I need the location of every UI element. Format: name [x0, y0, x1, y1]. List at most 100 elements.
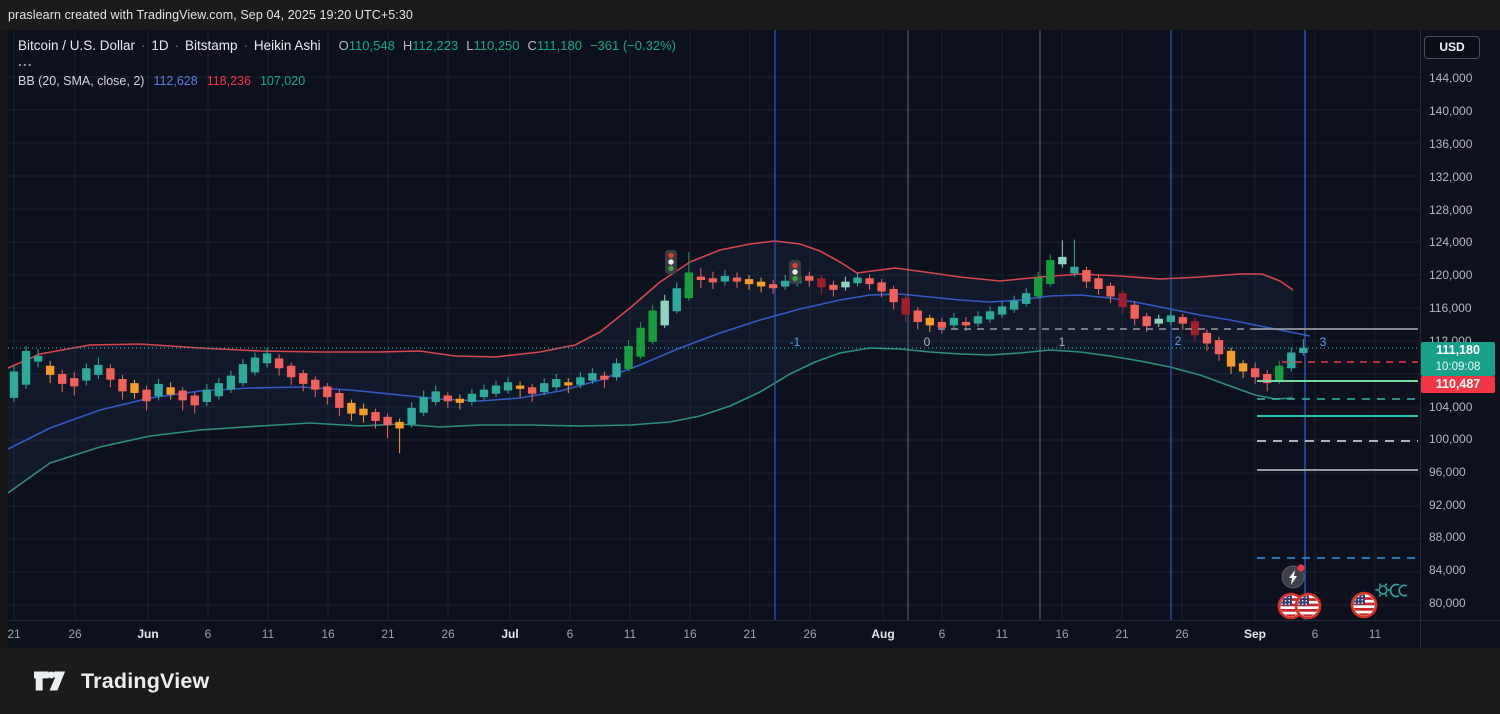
candle-body	[768, 284, 778, 289]
time-axis-label: 11	[1368, 627, 1382, 641]
price-axis[interactable]: USD 111,180 10:09:08 110,487 144,000 140,…	[1421, 30, 1500, 620]
candle-body	[359, 408, 368, 416]
candle-body	[503, 382, 513, 391]
candle-body	[479, 389, 489, 398]
candle-body	[913, 310, 922, 323]
price-axis-label: 80,000	[1429, 596, 1466, 610]
candle-body	[853, 277, 862, 284]
candle-body	[94, 364, 103, 375]
candle-body	[889, 289, 898, 303]
candle-body	[491, 385, 501, 394]
candle-body	[202, 389, 211, 403]
candle-body	[1275, 365, 1284, 381]
candle-body	[1154, 318, 1163, 324]
candle-body	[576, 377, 585, 385]
candle-body	[660, 300, 669, 326]
currency-label: USD	[1439, 40, 1465, 54]
time-axis-label: 6	[566, 627, 574, 641]
candle-body	[1009, 300, 1019, 310]
time-axis-label: 26	[441, 627, 455, 641]
candle-body	[744, 279, 754, 285]
time-axis-label: 26	[1175, 627, 1189, 641]
candle-body	[166, 387, 175, 395]
time-axis-label: 6	[1311, 627, 1319, 641]
candle-body	[299, 373, 308, 384]
candle-body	[540, 383, 549, 393]
time-axis-label: 26	[803, 627, 817, 641]
candle-body	[419, 397, 428, 413]
attribution-bar: praslearn created with TradingView.com, …	[0, 0, 1500, 30]
attribution-text: praslearn created with TradingView.com, …	[8, 8, 413, 22]
candle-body	[395, 421, 404, 429]
lightning-badge-icon[interactable]	[1281, 564, 1305, 589]
candle-body	[45, 365, 55, 375]
candle-body	[1118, 293, 1127, 308]
bar-countdown: 10:09:08	[1435, 361, 1481, 373]
time-axis-label: 26	[68, 627, 82, 641]
candle-body	[925, 317, 934, 326]
candle-body	[985, 311, 995, 320]
candle-body	[781, 280, 790, 287]
time-axis-label: 16	[683, 627, 697, 641]
candle-body	[1130, 304, 1139, 319]
cycle-count-label: -1	[790, 335, 801, 349]
candle-body	[250, 357, 260, 373]
candle-body	[130, 383, 139, 393]
tradingview-logo[interactable]: TradingView	[34, 665, 209, 697]
us-flag-sticker[interactable]	[1350, 591, 1378, 619]
time-axis-label: Jul	[501, 627, 519, 641]
chart-region: -1 0 1 2 3 Bitcoin / U.S. Dollar · 1D · Bitstamp…	[0, 30, 1500, 648]
price-axis-label: 140,000	[1429, 104, 1473, 118]
tradingview-logo-text: TradingView	[81, 668, 210, 693]
candle-body	[756, 281, 766, 287]
price-axis-label: 96,000	[1429, 465, 1466, 479]
candle-body	[1214, 340, 1224, 355]
price-axis-label: 124,000	[1429, 235, 1473, 249]
price-axis-label: 132,000	[1429, 170, 1473, 184]
candle-body	[214, 383, 224, 397]
candle-body	[335, 392, 344, 408]
candle-body	[708, 278, 718, 283]
time-axis-label: 11	[623, 627, 637, 641]
currency-button[interactable]: USD	[1424, 36, 1480, 59]
candle-body	[371, 411, 380, 422]
candle-body	[612, 363, 621, 378]
price-axis-label: 84,000	[1429, 563, 1466, 577]
time-axis-label: 21	[7, 627, 21, 641]
candle-body	[684, 272, 693, 299]
candle-body	[515, 385, 525, 389]
time-axis-label: Sep	[1243, 627, 1267, 641]
tradingview-logo-icon	[34, 671, 66, 691]
candle-body	[1142, 316, 1151, 327]
candle-body	[527, 387, 537, 394]
candle-body	[1034, 277, 1043, 297]
candle-body	[1287, 352, 1296, 369]
us-flag-sticker[interactable]	[1294, 592, 1322, 620]
candle-body	[431, 391, 440, 403]
time-axis[interactable]: 21 26 Jun 6 11 16 21 26 Jul 6 11 16 21 26 Aug 6 11 16 21 26…	[7, 621, 1420, 648]
candle-body	[720, 275, 730, 282]
traffic-light-sticker[interactable]	[789, 260, 801, 284]
candle-body	[817, 278, 826, 288]
time-axis-label: Aug	[871, 627, 895, 641]
chart-plot[interactable]: -1 0 1 2 3	[8, 30, 1420, 620]
traffic-light-sticker[interactable]	[665, 250, 677, 274]
candle-body	[865, 278, 874, 285]
time-axis-label: 11	[261, 627, 275, 641]
time-axis-separator	[8, 620, 1500, 621]
candle-body	[600, 375, 609, 380]
last-price-value: 111,180	[1436, 343, 1480, 357]
candle-body	[696, 276, 706, 280]
candle-body	[33, 355, 43, 362]
candle-body	[21, 350, 31, 385]
gear-glyph-icon[interactable]	[1375, 583, 1408, 598]
candle-body	[1226, 350, 1236, 367]
time-axis-label: 21	[381, 627, 395, 641]
candle-body	[118, 378, 127, 392]
price-axis-label: 136,000	[1429, 137, 1473, 151]
candle-body	[648, 310, 657, 342]
price-axis-label: 144,000	[1429, 71, 1473, 85]
price-axis-label: 116,000	[1429, 301, 1472, 315]
candle-body	[347, 402, 356, 414]
time-axis-label: 16	[321, 627, 335, 641]
